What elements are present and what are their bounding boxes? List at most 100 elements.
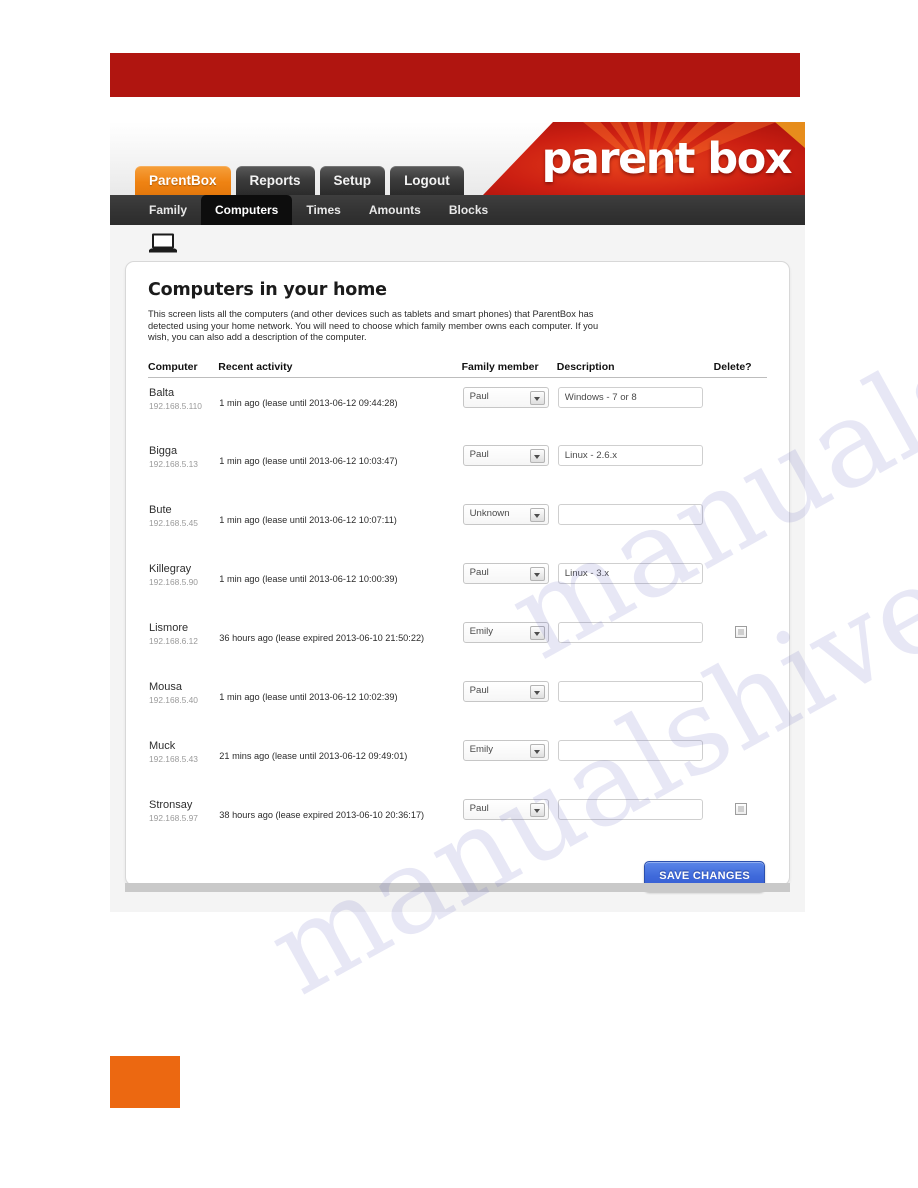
page-intro: This screen lists all the computers (and… <box>148 309 599 342</box>
family-member-value: Unknown <box>469 508 510 519</box>
description-input[interactable] <box>557 799 703 820</box>
family-member-select[interactable]: Paul <box>462 681 549 702</box>
header-computer: Computer <box>148 360 219 378</box>
tab-logout[interactable]: Logout <box>390 166 464 195</box>
subtab-family[interactable]: Family <box>135 195 201 225</box>
cell-description <box>557 377 714 436</box>
description-input[interactable] <box>557 386 703 408</box>
chevron-down-glyph <box>533 632 540 636</box>
panel-shadow-bar <box>125 883 790 892</box>
chevron-down-glyph <box>533 691 540 695</box>
description-input[interactable] <box>557 504 703 525</box>
delete-checkbox[interactable] <box>734 626 747 638</box>
cell-description <box>557 790 714 849</box>
subtab-times-label: Times <box>306 203 341 217</box>
subtab-computers-label: Computers <box>215 203 279 217</box>
table-row: Bigga 192.168.5.13 1 min ago (lease until … <box>148 436 767 495</box>
cell-computer: Muck 192.168.5.43 <box>148 731 218 790</box>
family-member-select[interactable]: Emily <box>462 740 549 761</box>
family-member-value: Paul <box>469 685 489 696</box>
cell-delete <box>714 672 767 731</box>
cell-delete <box>714 377 767 436</box>
page-root: parent box ParentBox Reports Setup Logou… <box>0 0 918 1188</box>
table-row: Lismore 192.168.6.12 36 hours ago (lease e… <box>148 613 767 672</box>
cell-description <box>557 731 714 790</box>
description-input[interactable] <box>557 563 703 584</box>
subtab-blocks[interactable]: Blocks <box>435 195 502 225</box>
computer-name: Stronsay <box>149 799 193 811</box>
family-member-value: Paul <box>469 390 489 402</box>
tab-reports[interactable]: Reports <box>235 166 315 195</box>
family-member-select[interactable]: Paul <box>462 563 549 584</box>
delete-checkbox[interactable] <box>734 803 747 815</box>
cell-family-member: Emily <box>462 613 557 672</box>
cell-family-member: Unknown <box>462 495 557 554</box>
family-member-select[interactable]: Unknown <box>462 504 549 525</box>
tab-setup[interactable]: Setup <box>319 166 386 195</box>
cell-delete <box>714 790 767 849</box>
secondary-nav: Family Computers Times Amounts Blocks <box>110 195 805 225</box>
chevron-down-glyph <box>533 809 540 813</box>
top-red-banner <box>110 53 800 97</box>
table-head: Computer Recent activity Family member D… <box>148 360 767 378</box>
content-area: Computers in your home This screen lists… <box>110 225 805 912</box>
computer-ip: 192.168.5.110 <box>149 400 202 411</box>
header-description: Description <box>556 360 714 378</box>
recent-activity-text: 38 hours ago (lease expired 2013-06-10 2… <box>219 810 425 820</box>
recent-activity-text: 1 min ago (lease until 2013-06-12 10:03:… <box>219 456 398 466</box>
computer-name: Muck <box>149 740 176 752</box>
page-title: Computers in your home <box>148 280 387 300</box>
cell-delete <box>714 554 767 613</box>
description-input[interactable] <box>557 622 703 643</box>
family-member-select[interactable]: Paul <box>462 386 549 408</box>
cell-recent-activity: 21 mins ago (lease until 2013-06-12 09:4… <box>218 731 461 790</box>
cell-delete <box>714 495 767 554</box>
family-member-value: Paul <box>469 449 489 460</box>
cell-recent-activity: 1 min ago (lease until 2013-06-12 10:02:… <box>218 672 461 731</box>
family-member-value: Emily <box>469 744 494 755</box>
subtab-times[interactable]: Times <box>292 195 354 225</box>
cell-description <box>557 495 714 554</box>
family-member-select[interactable]: Paul <box>462 799 549 820</box>
tab-logout-label: Logout <box>404 173 450 188</box>
table-body: Balta 192.168.5.110 1 min ago (lease until… <box>148 377 767 849</box>
description-input[interactable] <box>557 681 703 702</box>
table-row: Muck 192.168.5.43 21 mins ago (lease until… <box>148 731 767 790</box>
brand-header: parent box ParentBox Reports Setup Logou… <box>110 122 805 195</box>
subtab-amounts[interactable]: Amounts <box>355 195 435 225</box>
family-member-select[interactable]: Emily <box>462 622 549 643</box>
subtab-amounts-label: Amounts <box>368 203 421 217</box>
computer-name: Balta <box>149 386 175 399</box>
cell-computer: Balta 192.168.5.110 <box>148 377 218 436</box>
cell-delete <box>714 613 767 672</box>
tab-setup-label: Setup <box>333 173 372 188</box>
cell-description <box>557 613 714 672</box>
cell-computer: Bigga 192.168.5.13 <box>148 436 218 495</box>
cell-computer: Stronsay 192.168.5.97 <box>148 790 218 849</box>
cell-recent-activity: 38 hours ago (lease expired 2013-06-10 2… <box>218 790 461 849</box>
cell-recent-activity: 1 min ago (lease until 2013-06-12 10:00:… <box>218 554 461 613</box>
tab-reports-label: Reports <box>249 173 301 188</box>
recent-activity-text: 1 min ago (lease until 2013-06-12 10:07:… <box>219 515 397 525</box>
subtab-computers[interactable]: Computers <box>201 195 293 225</box>
description-input[interactable] <box>557 740 703 761</box>
computer-ip: 192.168.5.13 <box>149 459 198 469</box>
computers-panel: Computers in your home This screen lists… <box>125 261 790 892</box>
cell-computer: Mousa 192.168.5.40 <box>148 672 218 731</box>
header-family-member: Family member <box>461 360 557 378</box>
cell-computer: Killegray 192.168.5.90 <box>148 554 218 613</box>
chevron-down-glyph <box>533 514 540 518</box>
recent-activity-text: 1 min ago (lease until 2013-06-12 10:00:… <box>219 574 398 584</box>
computer-ip: 192.168.5.43 <box>149 754 198 764</box>
cell-family-member: Paul <box>462 554 557 613</box>
computer-ip: 192.168.5.45 <box>149 518 198 528</box>
tab-parentbox[interactable]: ParentBox <box>135 166 231 195</box>
table-row: Balta 192.168.5.110 1 min ago (lease until… <box>148 377 767 436</box>
cell-recent-activity: 36 hours ago (lease expired 2013-06-10 2… <box>218 613 461 672</box>
header-recent-activity: Recent activity <box>218 360 462 378</box>
recent-activity-text: 1 min ago (lease until 2013-06-12 09:44:… <box>219 397 398 408</box>
description-input[interactable] <box>557 445 703 466</box>
recent-activity-text: 1 min ago (lease until 2013-06-12 10:02:… <box>219 692 398 702</box>
family-member-value: Paul <box>469 567 489 578</box>
family-member-select[interactable]: Paul <box>462 445 549 466</box>
